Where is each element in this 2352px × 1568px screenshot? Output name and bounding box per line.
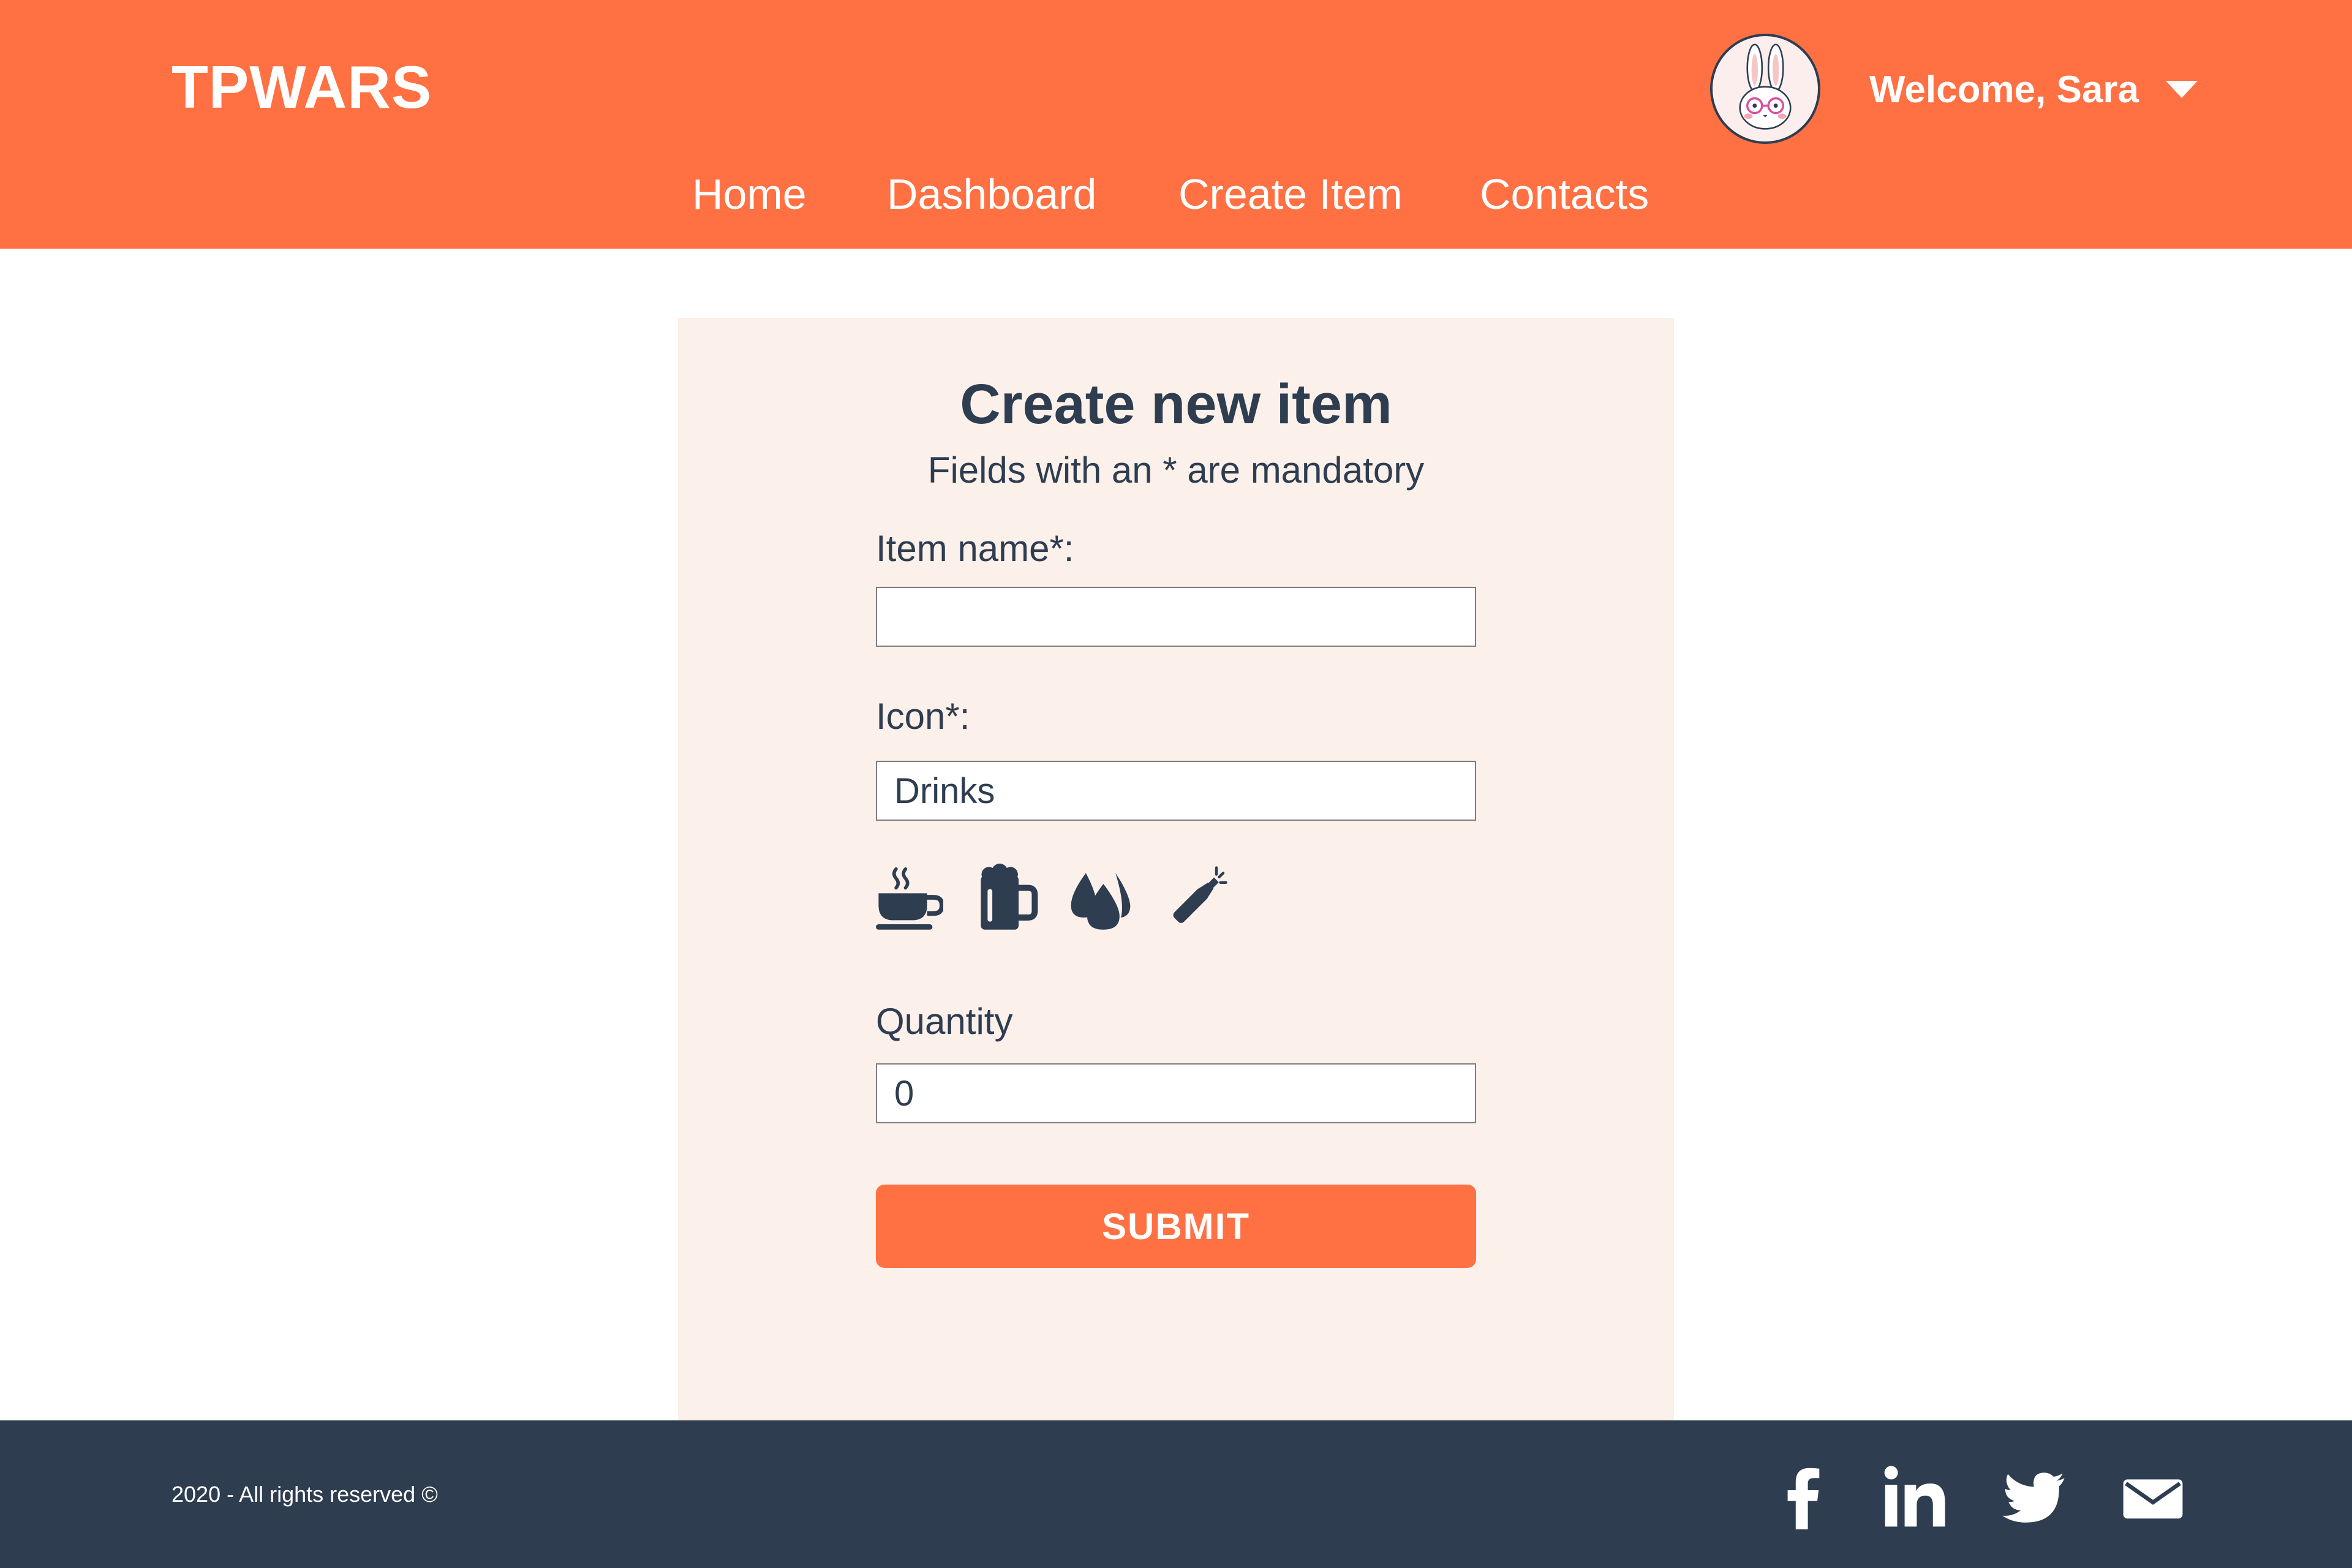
twitter-icon[interactable] [2000,1463,2067,1531]
item-name-label: Item name*: [876,528,1074,569]
coffee-cup-icon[interactable] [876,864,943,931]
submit-button[interactable]: SUBMIT [876,1185,1476,1268]
champagne-bottle-icon[interactable] [1163,864,1230,931]
site-footer: 2020 - All rights reserved © [0,1420,2352,1568]
icon-picker [876,864,1243,931]
water-drops-icon[interactable] [1067,864,1134,931]
icon-label: Icon*: [876,696,970,737]
bunny-avatar-icon [1739,43,1792,130]
welcome-label: Welcome, Sara [1869,68,2139,111]
form-title: Create new item [960,373,1392,435]
site-header: TPWARS Welcome, Sara Home Dashboard Crea… [0,0,2352,249]
user-avatar[interactable] [1710,34,1820,144]
chevron-down-icon [2165,81,2198,98]
nav-home[interactable]: Home [692,167,807,222]
facebook-icon[interactable] [1770,1463,1838,1531]
user-menu-toggle[interactable]: Welcome, Sara [1869,65,2198,114]
quantity-input[interactable] [876,1063,1476,1123]
nav-contacts[interactable]: Contacts [1480,167,1649,222]
beer-mug-icon[interactable] [971,864,1039,931]
nav-dashboard[interactable]: Dashboard [887,167,1096,222]
form-subtitle: Fields with an * are mandatory [927,450,1425,491]
main-nav: Home Dashboard Create Item Contacts [0,167,2352,222]
quantity-label: Quantity [876,1001,1013,1042]
copyright-text: 2020 - All rights reserved © [172,1482,438,1507]
icon-category-input[interactable] [876,761,1476,821]
nav-create-item[interactable]: Create Item [1178,167,1403,222]
mail-icon[interactable] [2119,1463,2187,1531]
item-name-input[interactable] [876,587,1476,647]
linkedin-icon[interactable] [1880,1463,1948,1531]
brand-logo[interactable]: TPWARS [172,53,432,122]
